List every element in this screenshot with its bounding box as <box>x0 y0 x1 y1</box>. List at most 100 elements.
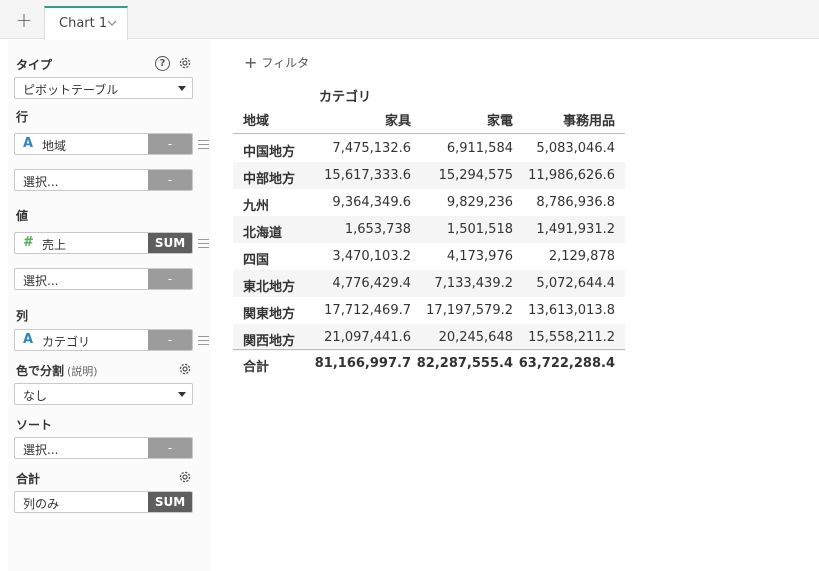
header-cell-appliances[interactable]: 家電 <box>487 110 513 129</box>
value-cell: 8,786,936.8 <box>536 195 615 210</box>
drag-handle-icon[interactable] <box>198 239 209 248</box>
total-row-header: 合計 <box>243 360 270 375</box>
sort-label: ソート <box>16 418 53 432</box>
values-label: 値 <box>16 209 29 223</box>
total-cell: 82,287,555.4 <box>416 356 513 371</box>
row-header: 北海道 <box>243 226 283 241</box>
gear-icon[interactable] <box>178 56 192 70</box>
header-cell-furniture[interactable]: 家具 <box>385 110 411 129</box>
chart-type-select[interactable]: ピボットテーブル <box>14 77 193 99</box>
gear-icon[interactable] <box>178 362 192 376</box>
total-value: 列のみ <box>23 497 60 511</box>
field-name: 地域 <box>42 139 67 153</box>
table-row: 関東地方 17,712,469.7 17,197,579.2 13,613,01… <box>233 297 625 324</box>
field-name: カテゴリ <box>42 335 91 349</box>
table-row: 東北地方 4,776,429.4 7,133,439.2 5,072,644.4 <box>233 270 625 297</box>
value-cell: 4,173,976 <box>446 249 513 264</box>
color-split-title: 色で分割 <box>16 364 65 378</box>
caret-down-icon <box>178 86 186 91</box>
row-header: 四国 <box>243 253 270 268</box>
value-cell: 13,613,013.8 <box>528 303 615 318</box>
gear-icon[interactable] <box>178 470 192 484</box>
value-cell: 1,491,931.2 <box>536 222 615 237</box>
total-row: 合計 81,166,997.7 82,287,555.4 63,722,288.… <box>233 349 625 376</box>
dimension-type-icon: A <box>23 332 34 347</box>
color-split-label: 色で分割 (説明) <box>16 362 98 379</box>
value-cell: 7,475,132.6 <box>332 141 411 156</box>
measure-type-icon: # <box>23 235 34 250</box>
row-header: 関東地方 <box>243 307 296 322</box>
value-cell: 2,129,878 <box>548 249 615 264</box>
value-cell: 15,617,333.6 <box>324 168 411 183</box>
rows-add-select[interactable]: 選択... - <box>14 169 193 191</box>
values-field-sales[interactable]: # 売上 SUM <box>14 232 193 254</box>
value-cell: 17,197,579.2 <box>426 303 513 318</box>
color-split-select[interactable]: なし <box>14 383 193 405</box>
columns-field-category[interactable]: A カテゴリ - <box>14 329 193 351</box>
value-cell: 1,653,738 <box>344 222 411 237</box>
value-cell: 20,245,648 <box>438 330 513 345</box>
header-row: 地域 家具 家電 事務用品 <box>233 104 625 134</box>
select-placeholder: 選択... <box>23 274 59 288</box>
aggregation-button[interactable]: - <box>148 269 192 289</box>
aggregation-button[interactable]: - <box>148 134 192 154</box>
row-header: 東北地方 <box>243 280 296 295</box>
value-cell: 15,294,575 <box>438 168 513 183</box>
total-cell: 81,166,997.7 <box>314 356 411 371</box>
table-row: 四国 3,470,103.2 4,173,976 2,129,878 <box>233 243 625 270</box>
value-cell: 5,072,644.4 <box>536 276 615 291</box>
values-add-select[interactable]: 選択... - <box>14 268 193 290</box>
aggregation-button[interactable]: - <box>148 438 192 458</box>
value-cell: 9,364,349.6 <box>332 195 411 210</box>
caret-down-icon <box>178 392 186 397</box>
aggregation-button[interactable]: - <box>148 330 192 350</box>
column-group-header: カテゴリ <box>319 90 372 105</box>
value-cell: 4,776,429.4 <box>332 276 411 291</box>
add-tab-button[interactable]: + <box>10 8 38 32</box>
filter-button[interactable]: + フィルタ <box>244 52 309 72</box>
value-cell: 15,558,211.2 <box>528 330 615 345</box>
header-cell-office[interactable]: 事務用品 <box>563 110 615 129</box>
tab-label: Chart 1 <box>59 16 108 31</box>
value-cell: 1,501,518 <box>446 222 513 237</box>
color-split-subtitle: (説明) <box>67 365 98 378</box>
total-label: 合計 <box>16 472 41 486</box>
row-header: 中国地方 <box>243 145 296 160</box>
value-cell: 5,083,046.4 <box>536 141 615 156</box>
dimension-type-icon: A <box>23 136 34 151</box>
chart-type-value: ピボットテーブル <box>23 83 119 97</box>
value-cell: 21,097,441.6 <box>324 330 411 345</box>
tab-chart-1[interactable]: Chart 1 <box>44 6 128 40</box>
color-split-value: なし <box>23 389 48 403</box>
tab-bar: + Chart 1 <box>0 0 819 40</box>
total-select[interactable]: 列のみ SUM <box>14 491 193 513</box>
chevron-down-icon[interactable] <box>107 18 117 28</box>
table-row: 北海道 1,653,738 1,501,518 1,491,931.2 <box>233 216 625 243</box>
header-cell-region[interactable]: 地域 <box>243 110 269 129</box>
type-label: タイプ <box>16 58 53 72</box>
table-row: 九州 9,364,349.6 9,829,236 8,786,936.8 <box>233 189 625 216</box>
value-cell: 6,911,584 <box>446 141 513 156</box>
value-cell: 7,133,439.2 <box>434 276 513 291</box>
sort-select[interactable]: 選択... - <box>14 437 193 459</box>
table-row: 中部地方 15,617,333.6 15,294,575 11,986,626.… <box>233 162 625 189</box>
aggregation-button[interactable]: SUM <box>148 492 192 512</box>
plus-icon: + <box>244 53 258 72</box>
drag-handle-icon[interactable] <box>198 336 209 345</box>
columns-label: 列 <box>16 309 29 323</box>
select-placeholder: 選択... <box>23 175 59 189</box>
table-row: 関西地方 21,097,441.6 20,245,648 15,558,211.… <box>233 324 625 351</box>
value-cell: 11,986,626.6 <box>528 168 615 183</box>
value-cell: 17,712,469.7 <box>324 303 411 318</box>
drag-handle-icon[interactable] <box>198 140 209 149</box>
row-header: 中部地方 <box>243 172 296 187</box>
aggregation-button[interactable]: - <box>148 170 192 190</box>
help-icon[interactable]: ? <box>155 56 170 71</box>
rows-field-region[interactable]: A 地域 - <box>14 133 193 155</box>
value-cell: 9,829,236 <box>446 195 513 210</box>
aggregation-button[interactable]: SUM <box>148 233 192 253</box>
total-cell: 63,722,288.4 <box>518 356 615 371</box>
rows-label: 行 <box>16 110 29 124</box>
chart-config-panel: タイプ ? ピボットテーブル 行 A 地域 - 選択... - 値 # 売上 S… <box>8 40 210 571</box>
select-placeholder: 選択... <box>23 443 59 457</box>
